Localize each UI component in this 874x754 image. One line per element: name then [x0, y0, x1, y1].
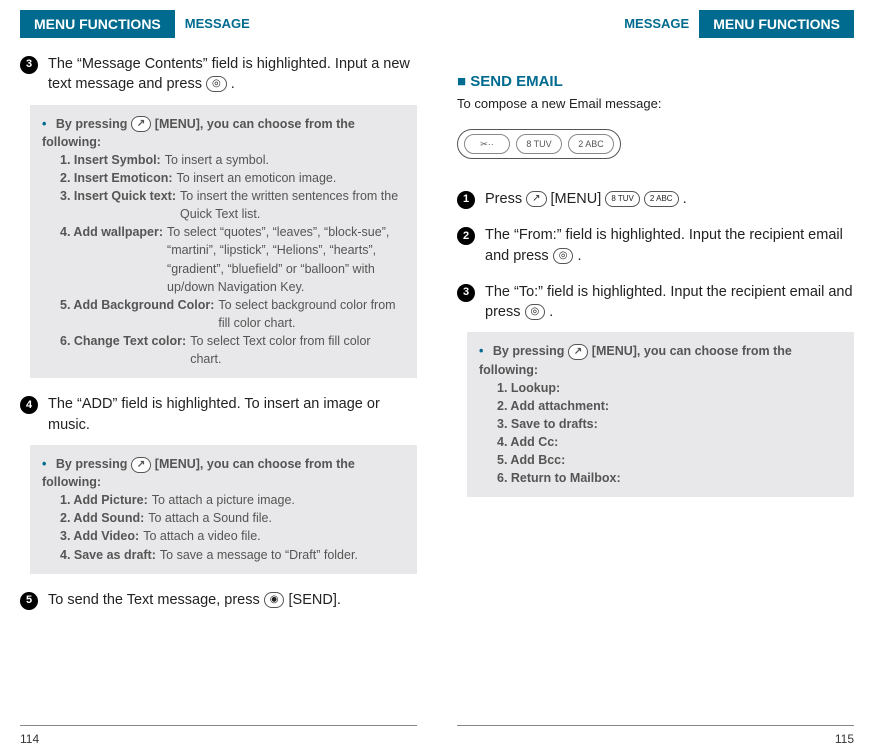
note-box-2: • By pressing ↗ [MENU], you can choose f…: [30, 445, 417, 574]
bullet-icon: •: [42, 117, 46, 131]
section-title: ■ SEND EMAIL: [457, 73, 854, 90]
rnote-lead-a: By pressing: [493, 344, 565, 358]
section-title-text: SEND EMAIL: [470, 73, 563, 90]
n2-i3-lbl: 3. Add Video:: [60, 527, 139, 545]
n1-i1-lbl: 1. Insert Symbol:: [60, 151, 161, 169]
step-number-icon: 5: [20, 592, 38, 610]
n1-i5-desc: To select background color from fill col…: [218, 296, 405, 332]
right-tab-main: MENU FUNCTIONS: [699, 10, 854, 38]
rn-i2: 2. Add attachment:: [497, 397, 609, 415]
step-5-b: [SEND].: [289, 592, 341, 608]
r-step3-end: .: [549, 304, 553, 320]
rn-i4: 4. Add Cc:: [497, 433, 558, 451]
r-step-3: 3 The “To:” field is highlighted. Input …: [457, 282, 854, 323]
step-3: 3 The “Message Contents” field is highli…: [20, 54, 417, 95]
key-2-icon: 2 ABC: [568, 134, 614, 154]
note1-lead-a: By pressing: [56, 117, 128, 131]
rn-i5: 5. Add Bcc:: [497, 451, 565, 469]
footer-rule: [20, 725, 417, 726]
menu-key-icon: ↗: [131, 457, 151, 473]
right-tab-sub: MESSAGE: [614, 10, 699, 37]
r-step1-b: [MENU]: [551, 191, 602, 207]
step-4-text: The “ADD” field is highlighted. To inser…: [48, 396, 380, 432]
step-4: 4 The “ADD” field is highlighted. To ins…: [20, 394, 417, 435]
n2-i3-desc: To attach a video file.: [143, 527, 260, 545]
key-sequence-graphic: ✂·· 8 TUV 2 ABC: [457, 129, 621, 159]
page-number-left: 114: [20, 732, 39, 746]
n2-i1-lbl: 1. Add Picture:: [60, 491, 148, 509]
square-icon: ■: [457, 73, 466, 90]
note-box-right: • By pressing ↗ [MENU], you can choose f…: [467, 332, 854, 497]
step-5: 5 To send the Text message, press ◉ [SEN…: [20, 590, 417, 610]
footer-rule: [457, 725, 854, 726]
left-tab-main: MENU FUNCTIONS: [20, 10, 175, 38]
n1-i3-desc: To insert the written sentences from the…: [180, 187, 405, 223]
r-step2-text: The “From:” field is highlighted. Input …: [485, 227, 843, 263]
step-5-a: To send the Text message, press: [48, 592, 264, 608]
rn-i1: 1. Lookup:: [497, 379, 560, 397]
r-step1-c: .: [683, 191, 687, 207]
n2-i2-desc: To attach a Sound file.: [148, 509, 272, 527]
menu-key-icon: ↗: [526, 191, 546, 207]
n2-i2-lbl: 2. Add Sound:: [60, 509, 144, 527]
ok-icon: ◎: [206, 76, 227, 92]
step-number-icon: 3: [457, 284, 475, 302]
menu-key-icon: ↗: [568, 344, 588, 360]
step-number-icon: 2: [457, 227, 475, 245]
menu-key-icon: ↗: [131, 116, 151, 132]
bullet-icon: •: [479, 344, 483, 358]
step-number-icon: 3: [20, 56, 38, 74]
send-key-icon: ◉: [264, 592, 285, 608]
r-step1-a: Press: [485, 191, 522, 207]
n1-i6-lbl: 6. Change Text color:: [60, 332, 186, 368]
n1-i2-desc: To insert an emoticon image.: [177, 169, 337, 187]
note-box-1: • By pressing ↗ [MENU], you can choose f…: [30, 105, 417, 379]
key-8-icon: 8 TUV: [605, 191, 640, 207]
n1-i2-lbl: 2. Insert Emoticon:: [60, 169, 173, 187]
section-subtext: To compose a new Email message:: [457, 96, 854, 111]
page-number-right: 115: [835, 732, 854, 746]
key-2-icon: 2 ABC: [644, 191, 679, 207]
ok-icon: ◎: [553, 248, 574, 264]
n2-i1-desc: To attach a picture image.: [152, 491, 295, 509]
n1-i1-desc: To insert a symbol.: [165, 151, 269, 169]
note2-lead-a: By pressing: [56, 457, 128, 471]
r-step2-end: .: [577, 248, 581, 264]
n1-i4-lbl: 4. Add wallpaper:: [60, 223, 163, 296]
left-tab-sub: MESSAGE: [175, 10, 260, 37]
key-8-icon: 8 TUV: [516, 134, 562, 154]
n2-i4-desc: To save a message to “Draft” folder.: [160, 546, 358, 564]
rn-i6: 6. Return to Mailbox:: [497, 469, 621, 487]
key-menu-icon: ✂··: [464, 134, 510, 154]
ok-icon: ◎: [525, 304, 546, 320]
n1-i6-desc: To select Text color from fill color cha…: [190, 332, 405, 368]
step-3-end: .: [227, 76, 235, 92]
n2-i4-lbl: 4. Save as draft:: [60, 546, 156, 564]
n1-i5-lbl: 5. Add Background Color:: [60, 296, 214, 332]
r-step-2: 2 The “From:” field is highlighted. Inpu…: [457, 225, 854, 266]
step-number-icon: 4: [20, 396, 38, 414]
n1-i4-desc: To select “quotes”, “leaves”, “block-sue…: [167, 223, 405, 296]
rn-i3: 3. Save to drafts:: [497, 415, 598, 433]
step-number-icon: 1: [457, 191, 475, 209]
n1-i3-lbl: 3. Insert Quick text:: [60, 187, 176, 223]
bullet-icon: •: [42, 457, 46, 471]
r-step-1: 1 Press ↗ [MENU] 8 TUV 2 ABC .: [457, 189, 854, 209]
